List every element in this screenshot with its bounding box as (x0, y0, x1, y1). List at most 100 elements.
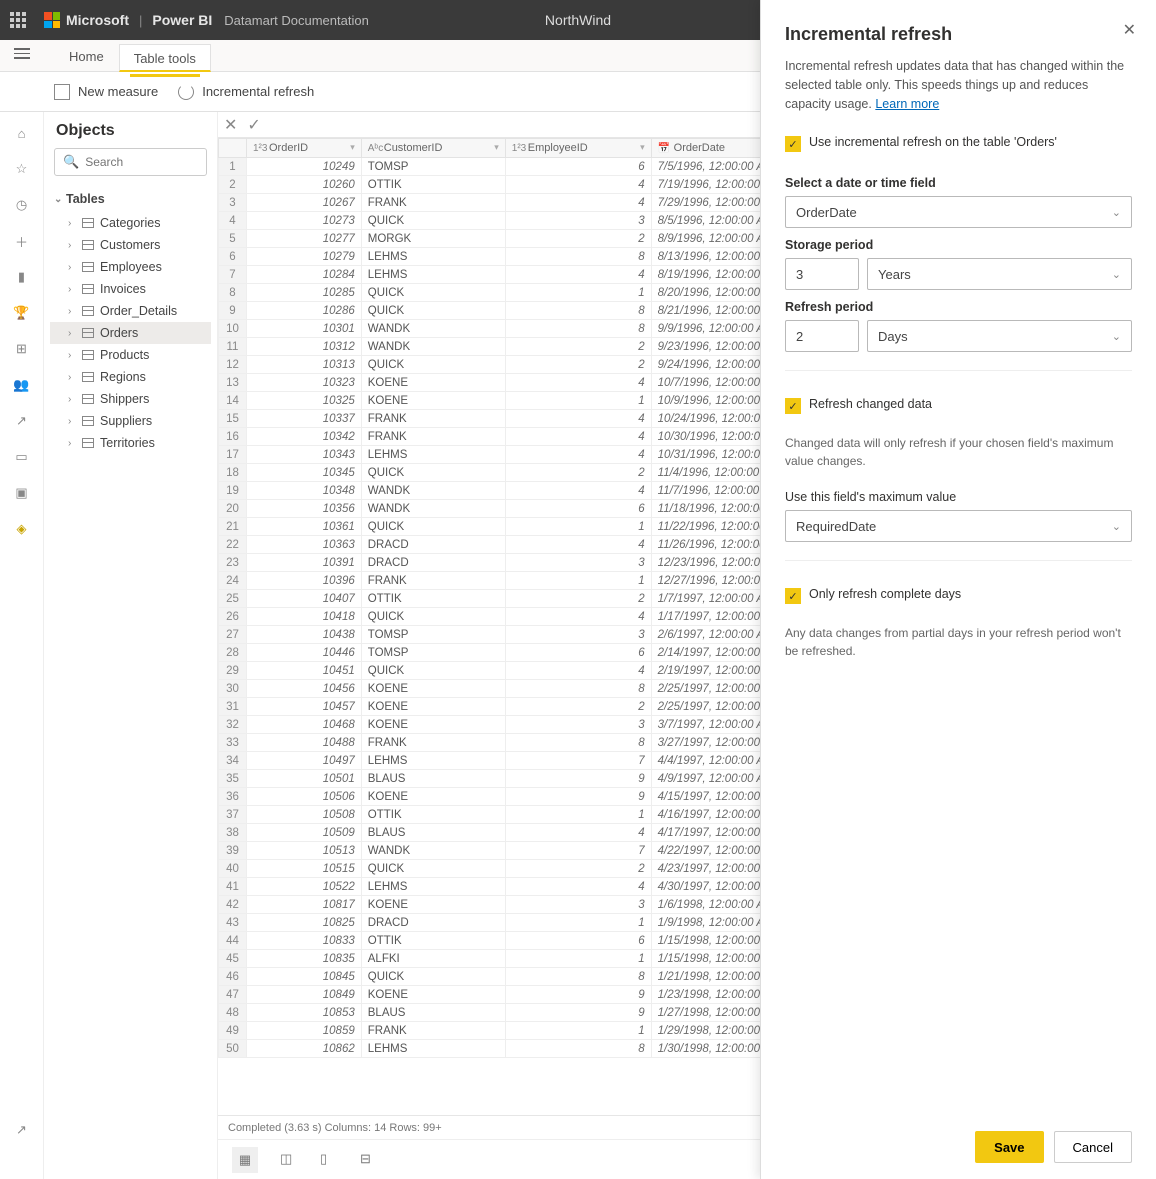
cell[interactable]: 10260 (247, 176, 362, 194)
search-box[interactable]: 🔍 (54, 148, 207, 176)
cell[interactable]: 9 (505, 770, 651, 788)
search-input[interactable] (85, 155, 240, 169)
cell[interactable]: TOMSP (361, 626, 505, 644)
cell[interactable]: OTTIK (361, 590, 505, 608)
cell[interactable]: 4 (505, 374, 651, 392)
cell[interactable]: 9 (505, 986, 651, 1004)
cell[interactable]: LEHMS (361, 1040, 505, 1058)
cell[interactable]: 10509 (247, 824, 362, 842)
cell[interactable]: 10488 (247, 734, 362, 752)
cell[interactable]: 10267 (247, 194, 362, 212)
cell[interactable]: 10343 (247, 446, 362, 464)
cell[interactable]: FRANK (361, 410, 505, 428)
cell[interactable]: BLAUS (361, 1004, 505, 1022)
tab-home[interactable]: Home (54, 42, 119, 71)
cell[interactable]: 6 (505, 500, 651, 518)
cell[interactable]: KOENE (361, 986, 505, 1004)
expand-icon[interactable]: ↗ (13, 1121, 31, 1139)
cell[interactable]: 10446 (247, 644, 362, 662)
cell[interactable]: 1 (505, 392, 651, 410)
cell[interactable]: 3 (505, 896, 651, 914)
cell[interactable]: 1 (505, 914, 651, 932)
save-button[interactable]: Save (975, 1131, 1043, 1163)
cell[interactable]: 2 (505, 356, 651, 374)
cell[interactable]: 8 (505, 320, 651, 338)
cell[interactable]: LEHMS (361, 878, 505, 896)
cell[interactable]: 10363 (247, 536, 362, 554)
column-dropdown-icon[interactable]: ▾ (640, 142, 645, 153)
cell[interactable]: OTTIK (361, 932, 505, 950)
shared-icon[interactable]: 👥 (13, 376, 31, 394)
cell[interactable]: 4 (505, 608, 651, 626)
cell[interactable]: TOMSP (361, 644, 505, 662)
cell[interactable]: TOMSP (361, 158, 505, 176)
cell[interactable]: 10356 (247, 500, 362, 518)
cell[interactable]: 4 (505, 428, 651, 446)
cell[interactable]: 10853 (247, 1004, 362, 1022)
cell[interactable]: KOENE (361, 788, 505, 806)
cell[interactable]: 10501 (247, 770, 362, 788)
cell[interactable]: WANDK (361, 338, 505, 356)
cell[interactable]: 10835 (247, 950, 362, 968)
column-header[interactable]: AᵇcCustomerID▾ (361, 139, 505, 158)
cell[interactable]: 10418 (247, 608, 362, 626)
date-field-select[interactable]: OrderDate ⌄ (785, 196, 1132, 228)
diagram-view-button[interactable]: ◫ (280, 1151, 298, 1169)
cell[interactable]: 10457 (247, 698, 362, 716)
commit-formula-icon[interactable]: ✓ (247, 115, 260, 135)
recent-icon[interactable]: ◷ (13, 196, 31, 214)
cell[interactable]: KOENE (361, 716, 505, 734)
cell[interactable]: 10859 (247, 1022, 362, 1040)
cell[interactable]: 10361 (247, 518, 362, 536)
use-incremental-checkbox-row[interactable]: ✓ Use incremental refresh on the table '… (785, 135, 1132, 152)
workspaces-icon[interactable]: ▣ (13, 484, 31, 502)
cell[interactable]: DRACD (361, 536, 505, 554)
cell[interactable]: 10506 (247, 788, 362, 806)
cell[interactable]: 10342 (247, 428, 362, 446)
cell[interactable]: 10313 (247, 356, 362, 374)
incremental-refresh-button[interactable]: Incremental refresh (178, 84, 314, 100)
cell[interactable]: DRACD (361, 914, 505, 932)
cell[interactable]: ALFKI (361, 950, 505, 968)
home-icon[interactable]: ⌂ (13, 124, 31, 142)
model-view-button[interactable]: ⊟ (360, 1151, 378, 1169)
cell[interactable]: 10279 (247, 248, 362, 266)
cell[interactable]: 4 (505, 194, 651, 212)
favorites-icon[interactable]: ☆ (13, 160, 31, 178)
cell[interactable]: 8 (505, 248, 651, 266)
table-node-suppliers[interactable]: ›Suppliers (50, 410, 211, 432)
cell[interactable]: 4 (505, 176, 651, 194)
cell[interactable]: 4 (505, 536, 651, 554)
table-node-categories[interactable]: ›Categories (50, 212, 211, 234)
column-header[interactable]: 1²3EmployeeID▾ (505, 139, 651, 158)
max-value-field-select[interactable]: RequiredDate ⌄ (785, 510, 1132, 542)
cell[interactable]: 10522 (247, 878, 362, 896)
cell[interactable]: 10277 (247, 230, 362, 248)
cell[interactable]: WANDK (361, 500, 505, 518)
cell[interactable]: 10337 (247, 410, 362, 428)
cell[interactable]: 10396 (247, 572, 362, 590)
cancel-formula-icon[interactable]: ✕ (224, 115, 237, 135)
app-launcher-icon[interactable] (10, 12, 26, 28)
cell[interactable]: 10833 (247, 932, 362, 950)
table-node-invoices[interactable]: ›Invoices (50, 278, 211, 300)
refresh-changed-checkbox-row[interactable]: ✓ Refresh changed data (785, 397, 1132, 414)
cell[interactable]: 8 (505, 734, 651, 752)
cell[interactable]: FRANK (361, 734, 505, 752)
cell[interactable]: 2 (505, 338, 651, 356)
cell[interactable]: WANDK (361, 320, 505, 338)
learn-icon[interactable]: ▭ (13, 448, 31, 466)
apps-icon[interactable]: ⊞ (13, 340, 31, 358)
cell[interactable]: 10286 (247, 302, 362, 320)
cell[interactable]: KOENE (361, 698, 505, 716)
cell[interactable]: 10391 (247, 554, 362, 572)
close-pane-button[interactable]: ✕ (1123, 20, 1136, 40)
cell[interactable]: 9 (505, 788, 651, 806)
cell[interactable]: KOENE (361, 896, 505, 914)
cell[interactable]: 1 (505, 1022, 651, 1040)
cell[interactable]: 4 (505, 824, 651, 842)
cell[interactable]: 4 (505, 266, 651, 284)
cell[interactable]: LEHMS (361, 446, 505, 464)
cell[interactable]: 10515 (247, 860, 362, 878)
column-dropdown-icon[interactable]: ▾ (494, 142, 499, 153)
